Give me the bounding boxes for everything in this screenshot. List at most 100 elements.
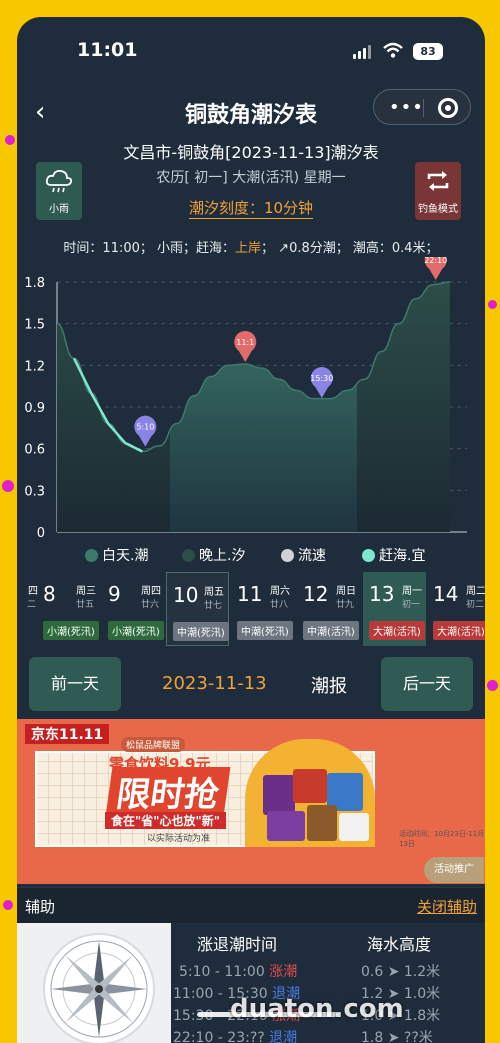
tide-tag: 小潮(死汛) [43, 621, 99, 640]
day-item[interactable]: 9 周四 廿六 小潮(死汛) [102, 572, 165, 646]
ad-headline: 限时抢 [105, 767, 231, 816]
fishing-mode-label: 钓鱼模式 [418, 204, 458, 215]
day-weekday: 周日 [336, 586, 356, 597]
day-weekday: 周四 [141, 586, 161, 597]
legend-swatch [281, 549, 294, 562]
day-number: 11 [237, 582, 263, 606]
assist-title: 辅助 [25, 898, 56, 916]
mini-program-capsule: ••• [373, 89, 471, 125]
day-number: 10 [173, 583, 199, 607]
status-bar: 11:01 83 [17, 17, 485, 89]
phone-screen: 11:01 83 ‹ 铜鼓角潮汐表 ••• 文昌市-铜鼓角[2023-11-13… [17, 17, 485, 1043]
weather-label: 小雨 [49, 204, 69, 215]
y-tick-label: 0.9 [24, 401, 45, 416]
day-item[interactable]: 12 周日 廿九 中潮(活汛) [297, 572, 360, 646]
ad-promo-badge[interactable]: 活动推广 [424, 857, 484, 883]
tide-row: 22:10 - 23:?? 退潮 [173, 1027, 297, 1043]
tide-marker-label: 22:10 [424, 257, 447, 265]
day-number: 9 [108, 582, 121, 606]
day-item[interactable]: 8 周三 廿五 小潮(死汛) [37, 572, 100, 646]
more-icon[interactable]: ••• [389, 97, 424, 118]
day-number: 13 [369, 582, 395, 606]
tide-marker-label: 11:1 [236, 338, 254, 347]
ad-fine-print: 活动时间：10月23日-11月13日 [399, 830, 485, 848]
close-miniprogram-icon[interactable] [438, 98, 458, 118]
day-lunar: 廿九 [335, 600, 354, 610]
tide-row-time: 5:10 - 11:00 [179, 964, 265, 980]
day-item[interactable]: 11 周六 廿八 中潮(死汛) [231, 572, 294, 646]
watermark: duaton.com [230, 994, 404, 1024]
chart-legend: 白天.潮 晚上.汐 流速 赶海.宜 [17, 545, 485, 565]
day-lunar: 初一 [401, 600, 420, 610]
next-day-button[interactable]: 后一天 [381, 657, 473, 711]
day-number: 8 [43, 582, 56, 606]
confetti-dot [488, 300, 497, 309]
tide-report-link[interactable]: 潮报 [311, 672, 347, 698]
y-tick-label: 1.5 [24, 318, 45, 333]
day-weekday: 周五 [204, 587, 224, 598]
snack-box [307, 805, 337, 841]
day-item[interactable]: 14 周二 初二 大潮(活汛) [427, 572, 485, 646]
tide-marker-label: 5:10 [136, 423, 154, 432]
legend-label: 流速 [298, 548, 326, 564]
legend-item: 晚上.汐 [182, 545, 245, 565]
tide-tag: 中潮(死汛) [173, 622, 229, 641]
signal-icon [353, 45, 373, 59]
legend-label: 白天.潮 [102, 548, 149, 564]
tide-time-header: 涨退潮时间 [197, 935, 278, 954]
ad-alliance: 松鼠品牌联盟 [121, 737, 186, 752]
legend-label: 赶海.宜 [379, 548, 426, 564]
legend-item: 白天.潮 [85, 545, 148, 565]
day-lunar: 廿六 [140, 600, 159, 610]
assist-bar: 辅助 关闭辅助 [17, 887, 485, 923]
tide-row-height: 1.8 ➤ ??米 [361, 1030, 433, 1043]
y-tick-label: 0 [37, 526, 45, 541]
day-lunar: 廿七 [203, 601, 222, 611]
confetti-dot [487, 680, 498, 691]
day-item-selected[interactable]: 13 周一 初一 大潮(活汛) [363, 572, 426, 646]
legend-swatch [182, 549, 195, 562]
date-navigation: 前一天 2023-11-13 潮报 后一天 [17, 653, 485, 713]
y-tick-label: 0.6 [24, 443, 45, 458]
tide-row-time: 22:10 - 23:?? [173, 1030, 265, 1043]
day-weekday: 周三 [76, 586, 96, 597]
ad-disclaimer: 以实际活动为准 [147, 834, 211, 844]
ad-banner[interactable]: 京东11.11 松鼠品牌联盟 零食饮料9.9元 限时抢 食在"省"心也放"新" … [17, 719, 485, 884]
current-date: 2023-11-13 [162, 673, 267, 694]
info-suffix: ； ↗0.8分潮； 潮高：0.4米； [261, 241, 439, 256]
close-assist-link[interactable]: 关闭辅助 [417, 896, 477, 917]
snack-box [339, 813, 369, 841]
day-lunar: 廿五 [75, 600, 94, 610]
y-tick-label: 1.2 [24, 359, 45, 374]
compass-rose-icon [50, 940, 148, 1038]
capsule-divider [423, 99, 424, 117]
swap-arrows-icon [427, 171, 449, 191]
sea-height-header: 海水高度 [367, 935, 432, 954]
day-lunar: 初二 [465, 600, 484, 610]
legend-item: 流速 [281, 545, 326, 565]
tide-tag: 大潮(活汛) [369, 621, 425, 640]
date-selector: 7 四 二 汛) 8 周三 廿五 小潮(死汛) 9 周四 廿六 小潮(死汛) 1… [17, 572, 485, 646]
y-tick-label: 0.3 [24, 484, 45, 499]
legend-swatch [362, 549, 375, 562]
weather-button[interactable]: 小雨 [36, 162, 82, 220]
snack-box [293, 769, 327, 803]
day-number: 12 [303, 582, 329, 606]
ad-snack-image [245, 739, 375, 847]
fishing-mode-button[interactable]: 钓鱼模式 [415, 162, 461, 220]
info-prefix: 时间：11:00； 小雨；赶海： [63, 241, 236, 256]
tide-tag: 小潮(死汛) [108, 621, 164, 640]
legend-swatch [85, 549, 98, 562]
tide-info-line: 时间：11:00； 小雨；赶海：上岸； ↗0.8分潮； 潮高：0.4米； [17, 237, 485, 256]
status-time: 11:01 [77, 39, 138, 61]
tide-scale-label: 潮汐刻度：10分钟 [188, 199, 314, 219]
tide-table-subtitle: 文昌市-铜鼓角[2023-11-13]潮汐表 [123, 143, 379, 162]
tide-row: 5:10 - 11:00 涨潮 [179, 961, 297, 981]
day-item[interactable]: 10 周五 廿七 中潮(死汛) [166, 572, 229, 646]
day-lunar: 廿八 [269, 600, 288, 610]
prev-day-button[interactable]: 前一天 [29, 657, 121, 711]
battery-indicator: 83 [413, 43, 443, 60]
snack-box [267, 811, 305, 841]
nav-bar: ‹ 铜鼓角潮汐表 ••• [17, 89, 485, 133]
compass-icon [43, 933, 155, 1043]
